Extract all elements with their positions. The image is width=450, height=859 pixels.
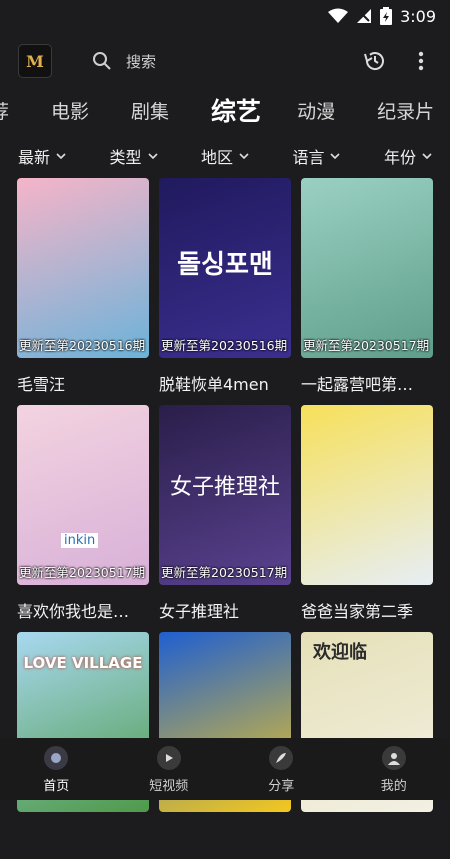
status-time: 3:09	[400, 7, 436, 26]
nav-share[interactable]: 分享	[225, 738, 338, 800]
profile-icon	[382, 746, 406, 770]
wifi-icon	[328, 8, 348, 24]
filter-latest[interactable]: 最新	[18, 144, 66, 168]
poster-text: 欢迎临	[313, 638, 367, 664]
search-icon	[92, 51, 112, 71]
battery-icon	[380, 7, 392, 25]
poster-image[interactable]: 女子推理社 更新至第20230517期	[159, 405, 291, 585]
update-status: 更新至第20230517期	[159, 562, 291, 581]
item-title[interactable]: 毛雪汪	[17, 371, 149, 395]
tab-recommend[interactable]: 荐	[0, 97, 9, 124]
list-item[interactable]: inkin 更新至第20230517期 喜欢你我也是…	[17, 405, 149, 632]
item-title[interactable]: 喜欢你我也是…	[17, 598, 149, 622]
filter-year[interactable]: 年份	[384, 144, 432, 168]
poster-text: 女子推理社	[159, 469, 291, 501]
home-icon	[44, 746, 68, 770]
nav-home[interactable]: 首页	[0, 738, 113, 800]
more-vertical-icon	[418, 51, 424, 71]
list-item[interactable]: 돌싱포맨 更新至第20230516期 脱鞋恢单4men	[159, 178, 291, 405]
app-logo[interactable]: M	[18, 44, 52, 78]
item-title[interactable]: 一起露营吧第…	[301, 371, 433, 395]
update-status: 更新至第20230516期	[17, 335, 149, 354]
filter-bar: 最新 类型 地区 语言 年份	[0, 136, 450, 176]
update-status: 更新至第20230516期	[159, 335, 291, 354]
item-title[interactable]: 女子推理社	[159, 598, 291, 622]
search-bar[interactable]: 搜索	[92, 51, 360, 72]
poster-text: 돌싱포맨	[159, 244, 291, 281]
signal-icon	[356, 8, 372, 24]
list-item[interactable]: 更新至第20230516期 毛雪汪	[17, 178, 149, 405]
status-bar: 3:09	[0, 0, 450, 32]
filter-type[interactable]: 类型	[109, 144, 157, 168]
chevron-down-icon	[330, 153, 340, 159]
chevron-down-icon	[56, 153, 66, 159]
update-status: 更新至第20230517期	[301, 335, 433, 354]
short-video-icon	[157, 746, 181, 770]
poster-text: inkin	[61, 533, 98, 548]
bottom-navigation: 首页 短视频 分享 我的	[0, 738, 450, 800]
tab-documentary[interactable]: 纪录片	[377, 97, 434, 124]
list-item[interactable]: 女子推理社 更新至第20230517期 女子推理社	[159, 405, 291, 632]
poster-text: LOVE VILLAGE	[17, 654, 149, 672]
update-status: 更新至第20230517期	[17, 562, 149, 581]
item-title[interactable]: 脱鞋恢单4men	[159, 371, 291, 395]
poster-image[interactable]: 돌싱포맨 更新至第20230516期	[159, 178, 291, 358]
more-button[interactable]	[406, 46, 436, 76]
nav-short-video[interactable]: 短视频	[113, 738, 226, 800]
history-button[interactable]	[360, 46, 390, 76]
tab-movies[interactable]: 电影	[51, 97, 89, 124]
item-title[interactable]: 爸爸当家第二季	[301, 598, 433, 622]
search-input[interactable]: 搜索	[126, 51, 156, 72]
filter-region[interactable]: 地区	[201, 144, 249, 168]
list-item[interactable]: 爸爸当家第二季	[301, 405, 433, 632]
app-header: M 搜索	[0, 32, 450, 90]
share-icon	[269, 746, 293, 770]
tab-anime[interactable]: 动漫	[297, 97, 335, 124]
chevron-down-icon	[148, 153, 158, 159]
poster-image[interactable]	[301, 405, 433, 585]
list-item[interactable]: 更新至第20230517期 一起露营吧第…	[301, 178, 433, 405]
tab-series[interactable]: 剧集	[131, 97, 169, 124]
chevron-down-icon	[422, 153, 432, 159]
history-icon	[363, 49, 387, 73]
poster-image[interactable]: 更新至第20230517期	[301, 178, 433, 358]
poster-image[interactable]: inkin 更新至第20230517期	[17, 405, 149, 585]
tab-variety[interactable]: 综艺	[211, 92, 261, 128]
category-tabs: 荐 电影 剧集 综艺 动漫 纪录片	[0, 90, 450, 130]
chevron-down-icon	[239, 153, 249, 159]
nav-profile[interactable]: 我的	[338, 738, 450, 800]
poster-image[interactable]: 更新至第20230516期	[17, 178, 149, 358]
filter-language[interactable]: 语言	[292, 144, 340, 168]
